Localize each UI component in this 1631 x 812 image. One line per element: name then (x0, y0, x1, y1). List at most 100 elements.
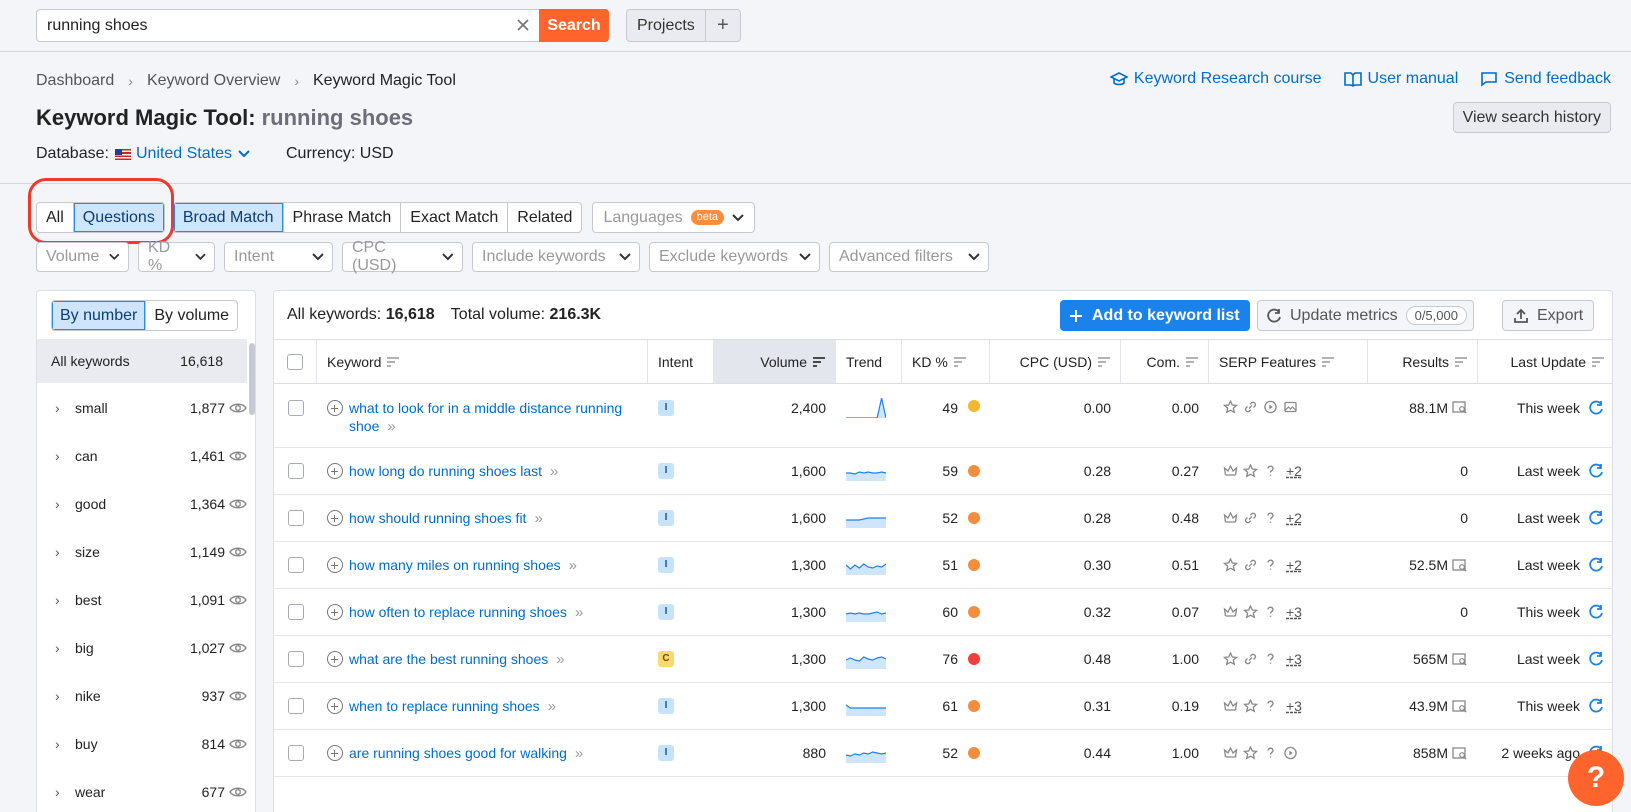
group-item[interactable]: › size 1,149 (37, 528, 247, 576)
user-manual-link[interactable]: User manual (1343, 70, 1458, 88)
search-input[interactable]: running shoes (36, 9, 540, 42)
double-chevron-icon[interactable]: » (569, 557, 577, 574)
add-keyword-icon[interactable] (327, 400, 343, 416)
serp-snapshot-icon[interactable] (1452, 652, 1468, 666)
column-volume[interactable]: Volume (714, 340, 836, 383)
refresh-icon[interactable] (1588, 463, 1604, 479)
column-com[interactable]: Com. (1121, 340, 1209, 383)
add-keyword-icon[interactable] (327, 557, 343, 573)
tab-exact-match[interactable]: Exact Match (401, 203, 509, 232)
filter-intent[interactable]: Intent (224, 242, 333, 272)
add-keyword-icon[interactable] (327, 651, 343, 667)
row-checkbox[interactable] (287, 510, 304, 526)
add-keyword-icon[interactable] (327, 604, 343, 620)
serp-more-link[interactable]: +2 (1286, 510, 1302, 526)
eye-icon[interactable] (229, 786, 247, 798)
double-chevron-icon[interactable]: » (534, 510, 542, 527)
table-row[interactable]: what are the best running shoes » C 1,300 76… (274, 636, 1612, 683)
refresh-icon[interactable] (1588, 651, 1604, 667)
by-number-button[interactable]: By number (52, 301, 147, 330)
add-keyword-icon[interactable] (327, 463, 343, 479)
eye-icon[interactable] (229, 450, 247, 462)
filter-volume[interactable]: Volume (36, 242, 129, 272)
chevron-right-icon[interactable]: › (55, 544, 69, 560)
column-cpc[interactable]: CPC (USD) (990, 340, 1121, 383)
course-link[interactable]: Keyword Research course (1109, 70, 1322, 88)
double-chevron-icon[interactable]: » (556, 651, 564, 668)
refresh-icon[interactable] (1588, 604, 1604, 620)
help-button[interactable]: ? (1568, 750, 1624, 806)
add-to-keyword-list-button[interactable]: Add to keyword list (1060, 300, 1250, 331)
row-checkbox[interactable] (287, 651, 304, 667)
table-row[interactable]: when to replace running shoes » I 1,300 61 0.… (274, 683, 1612, 730)
group-item[interactable]: › good 1,364 (37, 480, 247, 528)
row-checkbox[interactable] (287, 604, 304, 620)
tab-related[interactable]: Related (508, 203, 581, 232)
group-item[interactable]: › wear 677 (37, 768, 247, 812)
serp-more-link[interactable]: +3 (1286, 651, 1302, 667)
table-row[interactable]: how many miles on running shoes » I 1,300 51… (274, 542, 1612, 589)
tab-phrase-match[interactable]: Phrase Match (284, 203, 402, 232)
filter-cpc[interactable]: CPC (USD) (342, 239, 463, 274)
chevron-right-icon[interactable]: › (55, 736, 69, 752)
select-all-checkbox[interactable] (287, 353, 303, 370)
table-row[interactable]: are running shoes good for walking » I 880 5… (274, 730, 1612, 777)
add-project-button[interactable]: + (706, 10, 740, 41)
breadcrumb-keyword-overview[interactable]: Keyword Overview (147, 72, 280, 90)
double-chevron-icon[interactable]: » (550, 463, 558, 480)
filter-advanced[interactable]: Advanced filters (829, 242, 989, 272)
chevron-right-icon[interactable]: › (55, 400, 69, 416)
column-keyword[interactable]: Keyword (317, 340, 648, 383)
add-keyword-icon[interactable] (327, 745, 343, 761)
tab-broad-match[interactable]: Broad Match (173, 203, 284, 232)
database-select[interactable]: United States (136, 145, 250, 163)
eye-icon[interactable] (229, 594, 247, 606)
serp-snapshot-icon[interactable] (1452, 400, 1468, 414)
projects-button[interactable]: Projects (627, 10, 706, 41)
row-checkbox[interactable] (287, 698, 304, 714)
chevron-right-icon[interactable]: › (55, 640, 69, 656)
filter-kd[interactable]: KD % (138, 239, 215, 274)
serp-more-link[interactable]: +3 (1286, 698, 1302, 714)
group-item[interactable]: › nike 937 (37, 672, 247, 720)
all-keywords-group[interactable]: All keywords 16,618 (37, 339, 247, 383)
row-checkbox[interactable] (287, 745, 304, 761)
filter-include-keywords[interactable]: Include keywords (472, 242, 640, 272)
row-checkbox[interactable] (287, 463, 304, 479)
serp-more-link[interactable]: +3 (1286, 604, 1302, 620)
feedback-link[interactable]: Send feedback (1480, 70, 1611, 88)
keyword-link[interactable]: how long do running shoes last (349, 463, 542, 479)
column-serp-features[interactable]: SERP Features (1209, 340, 1368, 383)
by-volume-button[interactable]: By volume (146, 301, 237, 330)
filter-exclude-keywords[interactable]: Exclude keywords (649, 242, 820, 272)
languages-dropdown[interactable]: Languages beta (592, 202, 756, 233)
keyword-link[interactable]: what to look for in a middle distance ru… (349, 400, 622, 416)
group-item[interactable]: › best 1,091 (37, 576, 247, 624)
double-chevron-icon[interactable]: » (548, 698, 556, 715)
refresh-icon[interactable] (1588, 510, 1604, 526)
serp-snapshot-icon[interactable] (1452, 746, 1468, 760)
keyword-link[interactable]: how many miles on running shoes (349, 557, 561, 573)
refresh-icon[interactable] (1588, 698, 1604, 714)
eye-icon[interactable] (229, 642, 247, 654)
search-button[interactable]: Search (539, 9, 609, 42)
export-button[interactable]: Export (1502, 300, 1595, 331)
update-metrics-button[interactable]: Update metrics 0/5,000 (1257, 300, 1474, 331)
chevron-right-icon[interactable]: › (55, 592, 69, 608)
clear-search-icon[interactable] (514, 16, 532, 34)
column-kd[interactable]: KD % (902, 340, 990, 383)
refresh-icon[interactable] (1588, 400, 1604, 416)
group-item[interactable]: › can 1,461 (37, 432, 247, 480)
eye-icon[interactable] (229, 546, 247, 558)
eye-icon[interactable] (229, 738, 247, 750)
chevron-right-icon[interactable]: › (55, 688, 69, 704)
groups-scrollbar[interactable] (249, 343, 255, 415)
serp-more-link[interactable]: +2 (1286, 463, 1302, 479)
keyword-link[interactable]: are running shoes good for walking (349, 745, 567, 761)
eye-icon[interactable] (229, 402, 247, 414)
column-last-update[interactable]: Last Update (1478, 340, 1612, 383)
row-checkbox[interactable] (287, 400, 304, 416)
table-row[interactable]: how often to replace running shoes » I 1,30… (274, 589, 1612, 636)
row-checkbox[interactable] (287, 557, 304, 573)
chevron-right-icon[interactable]: › (55, 784, 69, 800)
